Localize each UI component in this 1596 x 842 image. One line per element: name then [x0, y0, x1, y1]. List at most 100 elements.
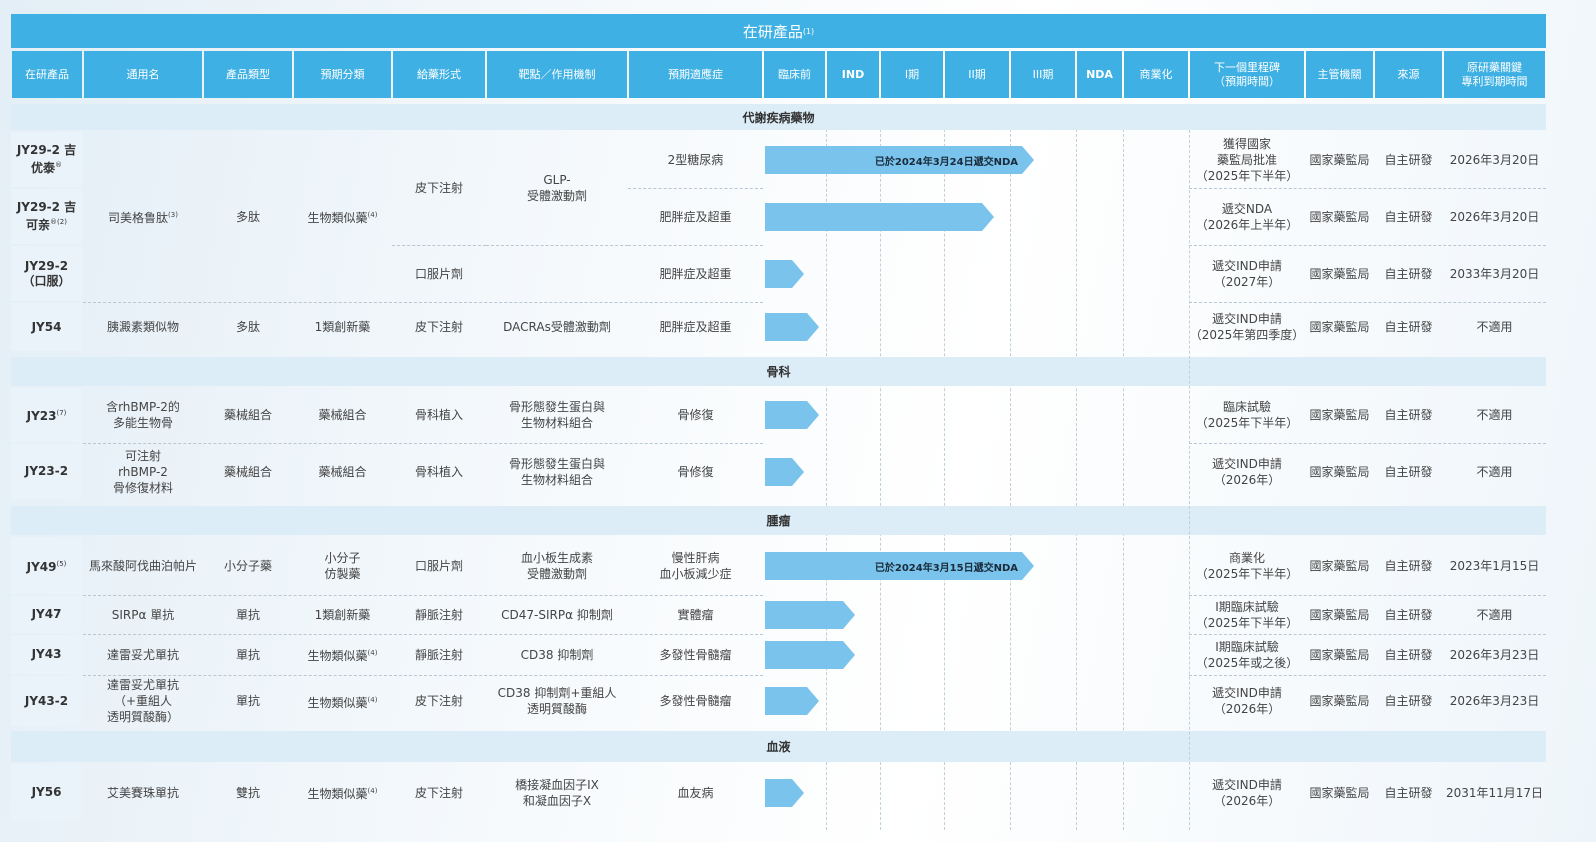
authority: 國家藥監局: [1305, 675, 1374, 727]
target-mechanism: CD38 抑制劑: [486, 634, 628, 675]
next-milestone-text: I期臨床試驗 （2025年或之後）: [1195, 639, 1299, 670]
target-mechanism: 血小板生成素 受體激動劑: [486, 536, 628, 595]
indication-text: 骨修復: [677, 464, 714, 479]
generic-name: 司美格鲁肽(3): [83, 131, 203, 302]
route-text: 皮下注射: [414, 320, 463, 334]
expected-class: 1類創新藥: [293, 302, 392, 352]
section-name: 骨科: [766, 365, 791, 379]
source: 自主研發: [1374, 634, 1443, 675]
column-header: I期: [881, 51, 943, 98]
column-header: 主管機關: [1306, 51, 1373, 98]
next-milestone: 遞交IND申請 （2026年）: [1189, 763, 1305, 822]
expected-class-note: (4): [367, 787, 378, 795]
patent-expiry: 不適用: [1443, 302, 1546, 352]
generic-name-text: 艾美賽珠單抗: [106, 785, 179, 800]
generic-name-text: 達雷妥尤單抗: [106, 647, 179, 662]
expected-class-text: 1類創新藥: [314, 320, 371, 334]
authority: 國家藥監局: [1305, 387, 1374, 443]
route-text: 口服片劑: [414, 266, 463, 281]
patent-expiry: 不適用: [1443, 443, 1546, 500]
source: 自主研發: [1374, 188, 1443, 245]
target-mechanism: [486, 245, 628, 302]
next-milestone: 遞交IND申請 （2026年）: [1189, 443, 1305, 500]
authority-text: 國家藥監局: [1309, 694, 1370, 708]
patent-expiry-text: 2033年3月20日: [1449, 266, 1540, 281]
generic-name: 艾美賽珠單抗: [83, 763, 203, 822]
generic-name-note: (3): [168, 211, 178, 219]
route-text: 靜脈注射: [414, 607, 463, 622]
progress-arrow-label: 已於2024年3月24日遞交NDA: [874, 156, 1018, 168]
column-header-label: 產品類型: [226, 67, 270, 81]
column-header-label: 預期分類: [320, 67, 365, 81]
authority-text: 國家藥監局: [1309, 785, 1370, 800]
authority-text: 國家藥監局: [1309, 209, 1370, 224]
authority-text: 國家藥監局: [1309, 607, 1370, 622]
column-header: 預期適應症: [629, 51, 762, 98]
patent-expiry-text: 2026年3月20日: [1449, 209, 1540, 224]
product-code-text: JY29-2 （口服）: [22, 258, 71, 288]
authority: 國家藥監局: [1305, 188, 1374, 245]
source-text: 自主研發: [1384, 266, 1433, 281]
patent-expiry-text: 2026年3月20日: [1449, 152, 1540, 167]
indication: 骨修復: [628, 387, 763, 443]
next-milestone: 遞交NDA （2026年上半年）: [1189, 188, 1305, 245]
next-milestone-text: 遞交IND申請 （2027年）: [1212, 258, 1282, 289]
stage-gridline: [1076, 104, 1077, 830]
column-header-label: 通用名: [126, 67, 160, 81]
target-mechanism-text: 骨形態發生蛋白與 生物材料組合: [508, 456, 605, 487]
source-text: 自主研發: [1384, 408, 1433, 422]
indication-text: 慢性肝病 血小板減少症: [659, 550, 732, 581]
section-band: 血液: [11, 731, 1546, 762]
product-type-text: 雙抗: [235, 785, 260, 800]
target-mechanism-text: 骨形態發生蛋白與 生物材料組合: [508, 400, 605, 430]
target-mechanism: 骨形態發生蛋白與 生物材料組合: [486, 387, 628, 443]
next-milestone: 遞交IND申請 （2027年）: [1189, 245, 1305, 302]
progress-arrow: [765, 203, 994, 231]
column-header-label: NDA: [1086, 67, 1113, 81]
product-type: 單抗: [203, 595, 293, 634]
source: 自主研發: [1374, 763, 1443, 822]
target-mechanism-text: 血小板生成素 受體激動劑: [520, 550, 593, 581]
source-text: 自主研發: [1384, 558, 1433, 573]
source: 自主研發: [1374, 387, 1443, 443]
route: 皮下注射: [392, 675, 486, 727]
expected-class-text: 生物類似藥(4): [307, 211, 378, 225]
product-code: JY29-2 吉可亲®(2): [11, 189, 82, 244]
source-text: 自主研發: [1384, 607, 1433, 622]
table-title-text: 在研產品: [742, 22, 803, 41]
indication-text: 肥胖症及超重: [659, 266, 732, 281]
source-text: 自主研發: [1384, 694, 1433, 708]
product-code-text: JY54: [31, 319, 62, 334]
patent-expiry-text: 2026年3月23日: [1449, 647, 1540, 662]
column-header: II期: [945, 51, 1009, 98]
progress-arrow: [765, 687, 819, 715]
source: 自主研發: [1374, 536, 1443, 595]
product-code: JY43: [11, 635, 82, 674]
section-name: 代謝疾病藥物: [742, 110, 815, 125]
section-band: 腫瘤: [11, 506, 1546, 535]
expected-class-text: 藥械組合: [318, 408, 367, 422]
column-header-label: 下一個里程碑 （預期時間）: [1214, 60, 1280, 88]
patent-expiry-text: 不適用: [1476, 607, 1513, 622]
progress-arrow: [765, 260, 804, 288]
expected-class: 生物類似藥(4): [293, 763, 392, 822]
generic-name: 達雷妥尤單抗 （+重組人 透明質酸酶）: [83, 675, 203, 727]
product-type-text: 單抗: [235, 694, 260, 708]
indication-text: 多發性骨髓瘤: [659, 647, 732, 662]
column-header: 預期分類: [294, 51, 391, 98]
product-type: 多肽: [203, 302, 293, 352]
authority: 國家藥監局: [1305, 595, 1374, 634]
route: 骨科植入: [392, 443, 486, 500]
target-mechanism: GLP- 受體激動劑: [486, 131, 628, 245]
target-mechanism: CD47-SIRPα 抑制劑: [486, 595, 628, 634]
column-header: IND: [827, 51, 879, 98]
patent-expiry: 2026年3月23日: [1443, 634, 1546, 675]
route-text: 皮下注射: [414, 785, 463, 800]
progress-arrow-label: 已於2024年3月15日遞交NDA: [874, 562, 1018, 574]
column-header: 商業化: [1124, 51, 1188, 98]
progress-arrow: [765, 779, 804, 807]
product-type: 藥械組合: [203, 387, 293, 443]
progress-arrow: [765, 641, 855, 669]
expected-class-note: (4): [367, 211, 378, 219]
authority: 國家藥監局: [1305, 245, 1374, 302]
